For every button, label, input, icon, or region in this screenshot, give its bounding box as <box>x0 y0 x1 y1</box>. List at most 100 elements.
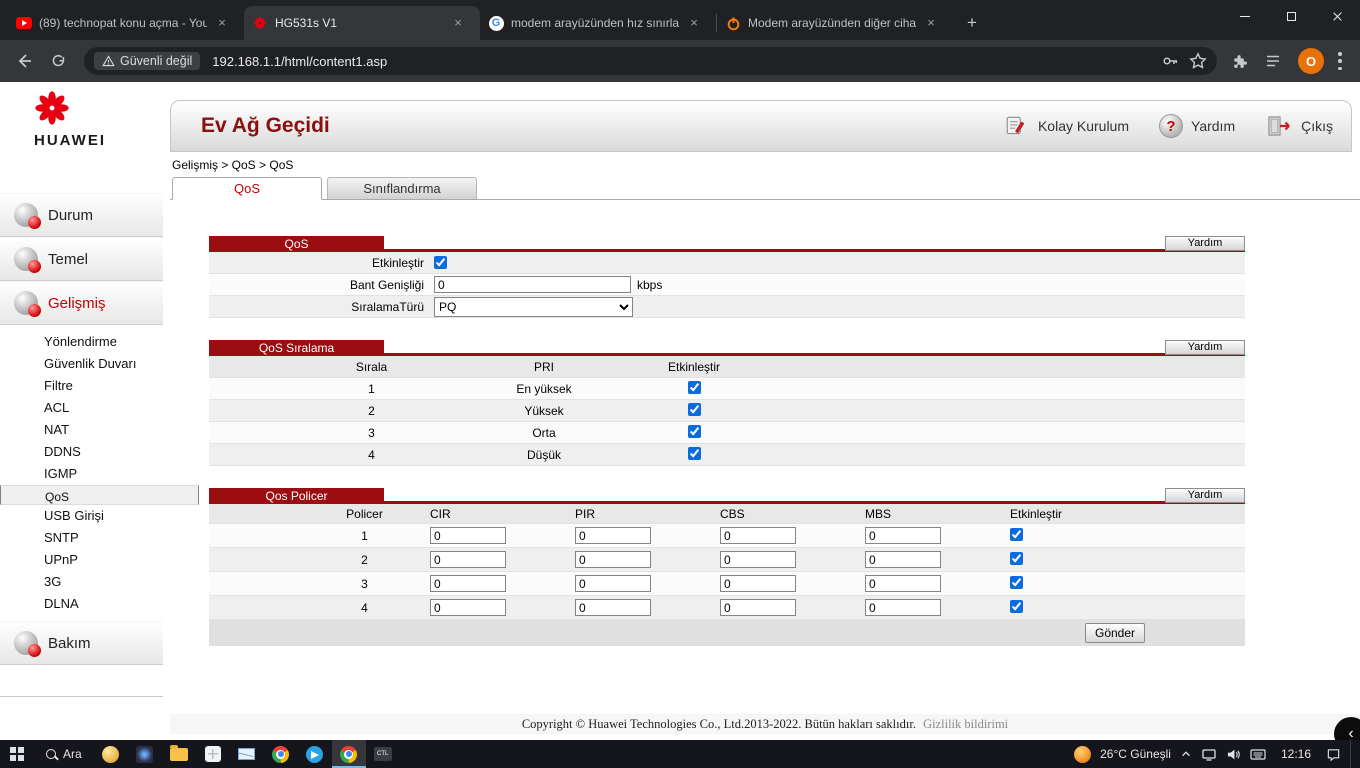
taskbar-app-terminal[interactable]: CTL <box>366 740 400 768</box>
taskbar-app-mail[interactable] <box>230 740 264 768</box>
policer-cbs-input[interactable] <box>720 527 796 544</box>
sidebar-item-upnp[interactable]: UPnP <box>0 549 163 571</box>
breadcrumb: Gelişmiş > QoS > QoS <box>172 158 294 172</box>
sidebar-item-igmp[interactable]: IGMP <box>0 463 163 485</box>
help-button-header[interactable]: ? Yardım <box>1159 114 1235 138</box>
keyboard-icon[interactable] <box>1250 748 1266 761</box>
url-text[interactable]: 192.168.1.1/html/content1.asp <box>212 54 1161 69</box>
sidebar-item-ddns[interactable]: DDNS <box>0 441 163 463</box>
sidebar-item-temel[interactable]: Temel <box>0 237 163 281</box>
policer-pir-input[interactable] <box>575 599 651 616</box>
action-center-icon[interactable] <box>1326 747 1341 762</box>
password-key-icon[interactable] <box>1161 52 1179 70</box>
bandwidth-input[interactable] <box>434 276 631 293</box>
policer-help-button[interactable]: Yardım <box>1165 488 1245 503</box>
tab-close-icon[interactable]: × <box>214 15 230 31</box>
address-bar[interactable]: Güvenli değil 192.168.1.1/html/content1.… <box>84 47 1217 75</box>
minimize-button[interactable] <box>1222 0 1268 32</box>
policer-enable-checkbox[interactable] <box>1010 599 1023 613</box>
policer-mbs-input[interactable] <box>865 599 941 616</box>
browser-tab-google-search[interactable]: G modem arayüzünden hız sınırla × <box>480 6 716 40</box>
clock[interactable]: 12:16 <box>1275 747 1317 761</box>
start-button[interactable] <box>0 740 34 768</box>
sidebar-item-guvenlik-duvari[interactable]: Güvenlik Duvarı <box>0 353 163 375</box>
sidebar-item-3g[interactable]: 3G <box>0 571 163 593</box>
sidebar-item-sntp[interactable]: SNTP <box>0 527 163 549</box>
policer-pir-input[interactable] <box>575 551 651 568</box>
policer-cir-input[interactable] <box>430 599 506 616</box>
warning-icon <box>102 55 115 67</box>
security-chip[interactable]: Güvenli değil <box>94 52 201 70</box>
policer-cbs-input[interactable] <box>720 575 796 592</box>
network-icon[interactable] <box>1201 747 1217 762</box>
policer-mbs-input[interactable] <box>865 575 941 592</box>
queue-type-select[interactable]: PQ <box>434 296 633 317</box>
bookmark-star-icon[interactable] <box>1189 52 1207 70</box>
policer-enable-checkbox[interactable] <box>1010 527 1023 541</box>
close-button[interactable] <box>1314 0 1360 32</box>
submit-button[interactable]: Gönder <box>1085 623 1145 643</box>
show-desktop-button[interactable] <box>1350 740 1354 768</box>
qos-help-button[interactable]: Yardım <box>1165 236 1245 251</box>
sidebar-item-filtre[interactable]: Filtre <box>0 375 163 397</box>
sidebar-item-bakim[interactable]: Bakım <box>0 621 163 665</box>
weather-sun-icon[interactable] <box>1074 745 1092 763</box>
policer-cir-input[interactable] <box>430 527 506 544</box>
tab-close-icon[interactable]: × <box>686 15 702 31</box>
volume-icon[interactable] <box>1226 747 1241 762</box>
sidebar-nav: Durum Temel Gelişmiş Yönlendirme Güvenli… <box>0 193 199 697</box>
sidebar-item-acl[interactable]: ACL <box>0 397 163 419</box>
sidebar-item-usb-girisi[interactable]: USB Girişi <box>0 505 163 527</box>
browser-tab-router-active[interactable]: HG531s V1 × <box>244 6 480 40</box>
taskbar-app-chrome[interactable] <box>264 740 298 768</box>
tab-siniflandirma[interactable]: Sınıflandırma <box>327 177 477 199</box>
policer-cir-input[interactable] <box>430 575 506 592</box>
queue-enable-checkbox[interactable] <box>687 424 701 438</box>
tab-close-icon[interactable]: × <box>923 15 939 31</box>
policer-mbs-input[interactable] <box>865 527 941 544</box>
taskbar-app-explorer[interactable] <box>162 740 196 768</box>
logout-button[interactable]: Çıkış <box>1265 114 1333 138</box>
browser-tab-technopat[interactable]: Modem arayüzünden diğer ciha × <box>717 6 953 40</box>
policer-enable-checkbox[interactable] <box>1010 551 1023 565</box>
queue-enable-checkbox[interactable] <box>687 380 701 394</box>
policer-cir-input[interactable] <box>430 551 506 568</box>
qos-enable-checkbox[interactable] <box>434 256 447 269</box>
queue-enable-checkbox[interactable] <box>687 446 701 460</box>
taskbar-app-chrome-active[interactable] <box>331 740 366 768</box>
policer-pir-input[interactable] <box>575 527 651 544</box>
profile-avatar[interactable]: O <box>1298 48 1324 74</box>
taskbar-search[interactable]: Ara <box>34 740 94 768</box>
sidebar-item-gelismis[interactable]: Gelişmiş <box>0 281 163 325</box>
queue-help-button[interactable]: Yardım <box>1165 340 1245 355</box>
sidebar-item-durum[interactable]: Durum <box>0 193 163 237</box>
weather-text[interactable]: 26°C Güneşli <box>1100 747 1171 761</box>
sidebar-item-yonlendirme[interactable]: Yönlendirme <box>0 331 163 353</box>
tab-qos[interactable]: QoS <box>172 177 322 200</box>
browser-menu-icon[interactable] <box>1338 52 1342 70</box>
policer-mbs-input[interactable] <box>865 551 941 568</box>
reading-list-icon[interactable] <box>1264 52 1282 70</box>
queue-enable-checkbox[interactable] <box>687 402 701 416</box>
taskbar-app-game[interactable] <box>94 740 128 768</box>
sidebar-item-dlna[interactable]: DLNA <box>0 593 163 615</box>
tray-chevron-up-icon[interactable] <box>1180 748 1192 760</box>
maximize-button[interactable] <box>1268 0 1314 32</box>
privacy-link[interactable]: Gizlilik bildirimi <box>923 717 1008 731</box>
taskbar-app-telegram[interactable] <box>298 740 332 768</box>
taskbar-app-media[interactable] <box>128 740 162 768</box>
back-icon[interactable] <box>10 47 38 75</box>
policer-cbs-input[interactable] <box>720 551 796 568</box>
tab-close-icon[interactable]: × <box>450 15 466 31</box>
policer-row: 2 <box>209 548 1245 572</box>
sidebar-item-nat[interactable]: NAT <box>0 419 163 441</box>
browser-tab-youtube[interactable]: (89) technopat konu açma - You × <box>8 6 244 40</box>
policer-enable-checkbox[interactable] <box>1010 575 1023 589</box>
taskbar-app-store[interactable] <box>196 740 230 768</box>
extensions-puzzle-icon[interactable] <box>1229 52 1248 71</box>
new-tab-button[interactable]: + <box>959 10 985 36</box>
easy-setup-button[interactable]: Kolay Kurulum <box>1004 114 1129 138</box>
refresh-icon[interactable] <box>44 47 72 75</box>
policer-cbs-input[interactable] <box>720 599 796 616</box>
policer-pir-input[interactable] <box>575 575 651 592</box>
